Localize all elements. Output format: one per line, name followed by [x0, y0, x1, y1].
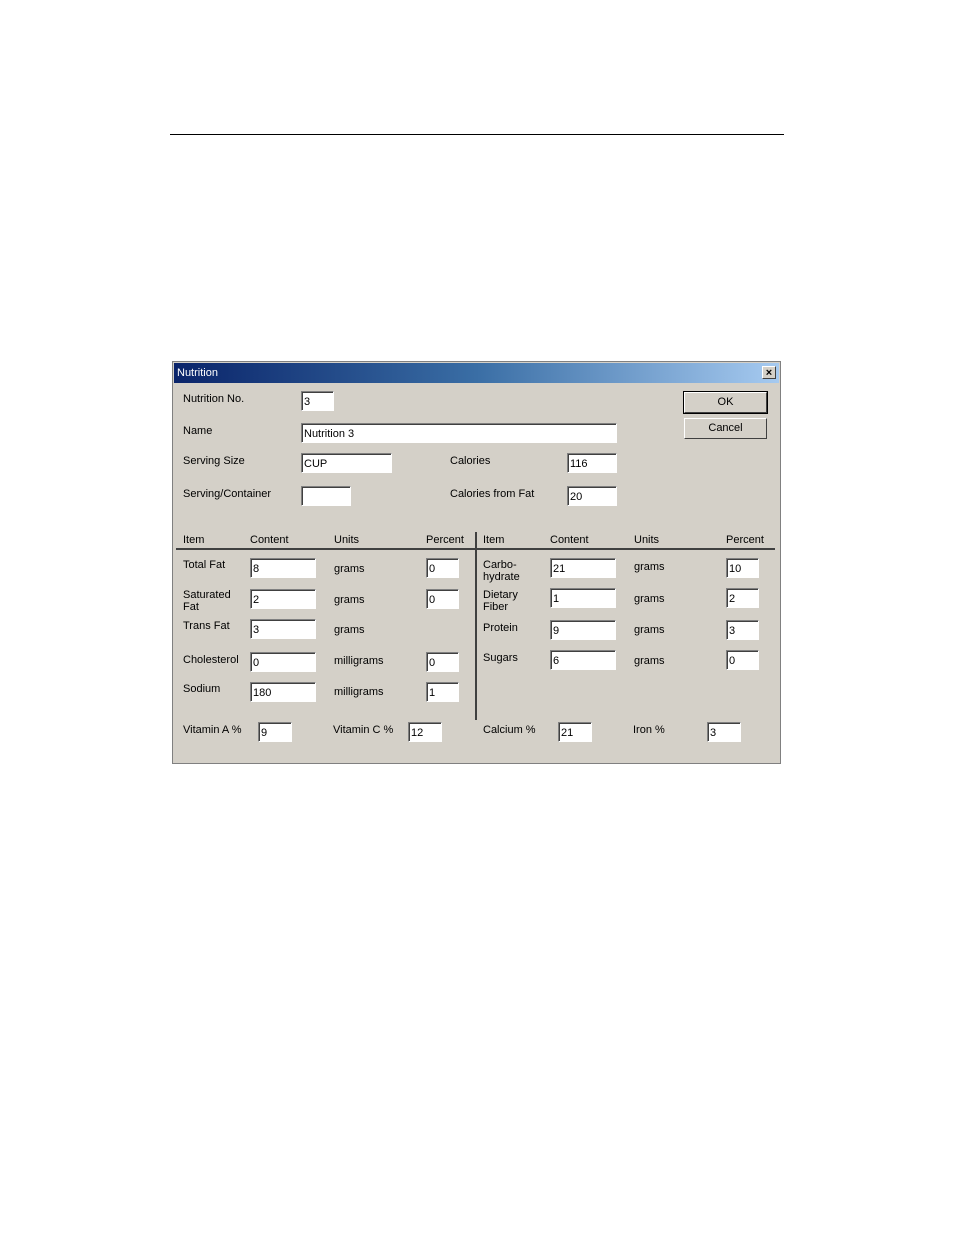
- nutrition-no-field[interactable]: [301, 391, 334, 411]
- right-col-percent-header: Percent: [726, 534, 764, 546]
- total-fat-label: Total Fat: [183, 559, 226, 571]
- sodium-label: Sodium: [183, 683, 221, 695]
- left-col-units-header: Units: [334, 534, 360, 546]
- name-label: Name: [183, 425, 213, 437]
- left-col-item-header: Item: [183, 534, 205, 546]
- dietary-fiber-label: Dietary Fiber: [483, 589, 518, 613]
- total-fat-units: grams: [334, 563, 365, 575]
- dietary-fiber-units: grams: [634, 593, 665, 605]
- cholesterol-units: milligrams: [334, 655, 384, 667]
- name-field[interactable]: [301, 423, 617, 443]
- carbohydrate-units: grams: [634, 561, 665, 573]
- dietary-fiber-content-field[interactable]: [550, 588, 616, 608]
- close-icon: ×: [765, 367, 773, 379]
- left-col-percent-header: Percent: [426, 534, 464, 546]
- sodium-units: milligrams: [334, 686, 384, 698]
- saturated-fat-percent-field[interactable]: [426, 589, 459, 609]
- left-col-content-header: Content: [250, 534, 289, 546]
- serving-container-label: Serving/Container: [183, 488, 272, 500]
- sugars-percent-field[interactable]: [726, 650, 759, 670]
- cholesterol-percent-field[interactable]: [426, 652, 459, 672]
- cholesterol-content-field[interactable]: [250, 652, 316, 672]
- protein-label: Protein: [483, 622, 518, 634]
- sugars-content-field[interactable]: [550, 650, 616, 670]
- sugars-label: Sugars: [483, 652, 518, 664]
- cholesterol-label: Cholesterol: [183, 654, 239, 666]
- right-col-content-header: Content: [550, 534, 589, 546]
- iron-field[interactable]: [707, 722, 741, 742]
- sugars-units: grams: [634, 655, 665, 667]
- nutrition-dialog: Nutrition × OK Cancel Nutrition No. Name…: [172, 361, 781, 764]
- nutrition-no-label: Nutrition No.: [183, 393, 245, 405]
- sodium-percent-field[interactable]: [426, 682, 459, 702]
- serving-container-field[interactable]: [301, 486, 351, 506]
- total-fat-percent-field[interactable]: [426, 558, 459, 578]
- trans-fat-units: grams: [334, 624, 365, 636]
- calories-from-fat-field[interactable]: [567, 486, 617, 506]
- serving-size-field[interactable]: [301, 453, 392, 473]
- trans-fat-label: Trans Fat: [183, 620, 230, 632]
- dialog-title: Nutrition: [177, 367, 218, 379]
- trans-fat-content-field[interactable]: [250, 619, 316, 639]
- right-col-units-header: Units: [634, 534, 660, 546]
- cancel-button[interactable]: Cancel: [684, 418, 767, 439]
- saturated-fat-content-field[interactable]: [250, 589, 316, 609]
- page-top-rule: [170, 134, 784, 135]
- ok-button[interactable]: OK: [683, 391, 768, 414]
- calories-from-fat-label: Calories from Fat: [450, 488, 535, 500]
- protein-content-field[interactable]: [550, 620, 616, 640]
- iron-label: Iron %: [633, 724, 665, 736]
- vitamin-c-label: Vitamin C %: [333, 724, 394, 736]
- right-col-item-header: Item: [483, 534, 505, 546]
- saturated-fat-label: Saturated Fat: [183, 589, 231, 613]
- carbohydrate-content-field[interactable]: [550, 558, 616, 578]
- protein-percent-field[interactable]: [726, 620, 759, 640]
- sodium-content-field[interactable]: [250, 682, 316, 702]
- dietary-fiber-percent-field[interactable]: [726, 588, 759, 608]
- calcium-field[interactable]: [558, 722, 592, 742]
- calories-label: Calories: [450, 455, 491, 467]
- table-column-divider: [475, 532, 477, 720]
- protein-units: grams: [634, 624, 665, 636]
- saturated-fat-units: grams: [334, 594, 365, 606]
- calcium-label: Calcium %: [483, 724, 536, 736]
- title-bar[interactable]: Nutrition ×: [174, 363, 779, 383]
- carbohydrate-label: Carbo- hydrate: [483, 559, 520, 583]
- carbohydrate-percent-field[interactable]: [726, 558, 759, 578]
- close-button[interactable]: ×: [762, 366, 776, 379]
- vitamin-a-field[interactable]: [258, 722, 292, 742]
- serving-size-label: Serving Size: [183, 455, 245, 467]
- calories-field[interactable]: [567, 453, 617, 473]
- total-fat-content-field[interactable]: [250, 558, 316, 578]
- vitamin-c-field[interactable]: [408, 722, 442, 742]
- vitamin-a-label: Vitamin A %: [183, 724, 242, 736]
